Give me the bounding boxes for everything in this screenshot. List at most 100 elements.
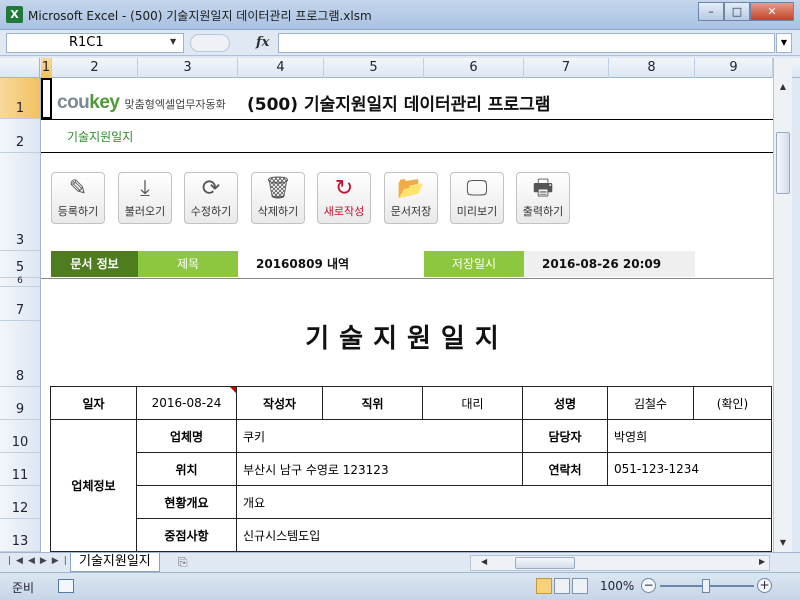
printer-icon: 🖶 — [532, 176, 554, 201]
position-value[interactable]: 대리 — [422, 386, 523, 420]
vertical-scroll-thumb[interactable] — [776, 132, 790, 194]
print-label: 출력하기 — [522, 205, 564, 218]
maximize-button[interactable]: □ — [724, 2, 750, 21]
selected-cell[interactable] — [41, 78, 52, 119]
expand-formula-bar-icon[interactable]: ▼ — [776, 33, 792, 53]
preview-button[interactable]: 🖵 미리보기 — [450, 172, 504, 224]
select-all-corner[interactable] — [0, 58, 40, 78]
insert-function-icon[interactable]: fx — [256, 35, 269, 50]
column-header[interactable]: 8 — [609, 58, 695, 78]
company-name-value[interactable]: 쿠키 — [236, 419, 523, 453]
row-header[interactable]: 11 — [0, 453, 40, 486]
macro-record-icon[interactable] — [58, 579, 74, 593]
zoom-level[interactable]: 100% — [600, 579, 634, 593]
sheet-nav-icon[interactable]: |◀◀▶▶| — [8, 556, 72, 566]
print-button[interactable]: 🖶 출력하기 — [516, 172, 570, 224]
table-row: 현황개요 개요 — [51, 485, 772, 519]
column-header[interactable]: 3 — [138, 58, 238, 78]
name-label: 성명 — [522, 386, 608, 420]
close-button[interactable]: ✕ — [750, 2, 794, 21]
name-box[interactable]: R1C1 — [6, 33, 184, 53]
row-header[interactable]: 3 — [0, 153, 40, 251]
load-button[interactable]: ⤓ 불러오기 — [118, 172, 172, 224]
formula-bar: R1C1 ▼ fx ▼ — [0, 30, 800, 56]
preview-label: 미리보기 — [456, 205, 498, 218]
table-row: 업체정보 업체명 쿠키 담당자 박영희 — [50, 419, 772, 552]
brand-tagline: 맞춤형엑셀업무자동화 — [124, 98, 226, 111]
new-document-button[interactable]: ↻ 새로작성 — [317, 172, 371, 224]
contact-label: 연락처 — [522, 452, 608, 486]
name-value[interactable]: 김철수 — [607, 386, 694, 420]
excel-app-icon[interactable]: X — [6, 6, 23, 23]
row-header[interactable]: 13 — [0, 519, 40, 552]
row-header[interactable]: 2 — [0, 119, 40, 153]
refresh-icon: ⟳ — [201, 176, 221, 201]
row-header[interactable]: 1 — [0, 78, 40, 119]
column-header[interactable]: 4 — [238, 58, 324, 78]
column-header[interactable]: 1 — [41, 58, 52, 78]
contact-value[interactable]: 051-123-1234 — [607, 452, 772, 486]
status-ready: 준비 — [12, 581, 35, 595]
status-bar: 준비 100% − + — [0, 572, 800, 600]
zoom-in-icon[interactable]: + — [757, 578, 772, 593]
horizontal-scrollbar[interactable]: ◀ ▶ — [470, 555, 770, 571]
minimize-button[interactable]: – — [698, 2, 724, 21]
column-header[interactable]: 6 — [424, 58, 524, 78]
page-layout-view-icon[interactable] — [554, 578, 570, 594]
zoom-slider-thumb[interactable] — [702, 579, 710, 593]
vertical-scrollbar[interactable]: ▲ ▼ — [773, 58, 792, 552]
doc-info-label: 문서 정보 — [51, 251, 138, 277]
overview-value[interactable]: 개요 — [236, 485, 772, 519]
brand-logo: coukey 맞춤형엑셀업무자동화 — [57, 92, 226, 114]
monitor-icon: 🖵 — [466, 176, 488, 201]
location-value[interactable]: 부산시 남구 수영로 123123 — [236, 452, 523, 486]
window-title: Microsoft Excel - (500) 기술지원일지 데이터관리 프로그… — [28, 9, 372, 23]
horizontal-scroll-thumb[interactable] — [515, 557, 575, 569]
delete-button[interactable]: 🗑 삭제하기 — [251, 172, 305, 224]
register-button[interactable]: ✎ 등록하기 — [51, 172, 105, 224]
load-label: 불러오기 — [124, 205, 166, 218]
table-row: 위치 부산시 남구 수영로 123123 연락처 051-123-1234 — [51, 452, 772, 486]
row-header[interactable]: 6 — [0, 276, 40, 287]
saved-at-value[interactable]: 2016-08-26 20:09 — [524, 251, 695, 277]
scroll-down-icon[interactable]: ▼ — [774, 534, 792, 551]
normal-view-icon[interactable] — [536, 578, 552, 594]
manager-value[interactable]: 박영희 — [607, 419, 772, 453]
title-bar: X Microsoft Excel - (500) 기술지원일지 데이터관리 프… — [0, 0, 800, 30]
confirm-cell[interactable]: (확인) — [693, 386, 772, 420]
title-divider — [41, 119, 773, 120]
row-header[interactable]: 8 — [0, 321, 40, 387]
doc-title-value[interactable]: 20160809 내역 — [238, 251, 424, 277]
row-header[interactable]: 7 — [0, 287, 40, 321]
row-header[interactable]: 12 — [0, 486, 40, 519]
insert-sheet-icon[interactable]: ⎘ — [178, 555, 188, 570]
manager-label: 담당자 — [522, 419, 608, 453]
date-value[interactable]: 2016-08-24 — [136, 386, 237, 420]
save-document-button[interactable]: 📂 문서저장 — [384, 172, 438, 224]
sheet-tab-active[interactable]: 기술지원일지 — [70, 553, 160, 572]
row-header[interactable]: 9 — [0, 387, 40, 420]
focus-value[interactable]: 신규시스템도입 — [236, 518, 772, 552]
page-break-view-icon[interactable] — [572, 578, 588, 594]
name-box-dropdown-icon[interactable]: ▼ — [170, 37, 176, 46]
column-header[interactable]: 5 — [324, 58, 424, 78]
edit-button[interactable]: ⟳ 수정하기 — [184, 172, 238, 224]
report-form-table: 일자 2016-08-24 작성자 직위 대리 성명 김철수 (확인) 업체정보… — [50, 386, 772, 552]
row-header[interactable]: 5 — [0, 251, 40, 278]
formula-input[interactable] — [278, 33, 775, 53]
worksheet[interactable]: coukey 맞춤형엑셀업무자동화 (500) 기술지원일지 데이터관리 프로그… — [41, 78, 773, 552]
folder-upload-icon: 📂 — [397, 176, 425, 201]
row-header[interactable]: 10 — [0, 420, 40, 453]
column-headers: 1 2 3 4 5 6 7 8 9 — [0, 58, 800, 78]
column-header[interactable]: 9 — [695, 58, 773, 78]
column-header[interactable]: 2 — [52, 58, 138, 78]
subtitle-divider — [41, 152, 773, 153]
scroll-right-icon[interactable]: ▶ — [759, 557, 765, 566]
scroll-left-icon[interactable]: ◀ — [481, 557, 487, 566]
scroll-up-icon[interactable]: ▲ — [774, 78, 792, 95]
overview-label: 현황개요 — [136, 485, 237, 519]
column-header[interactable]: 7 — [524, 58, 609, 78]
author-label: 작성자 — [236, 386, 323, 420]
zoom-out-icon[interactable]: − — [641, 578, 656, 593]
trash-icon: 🗑 — [264, 176, 292, 201]
